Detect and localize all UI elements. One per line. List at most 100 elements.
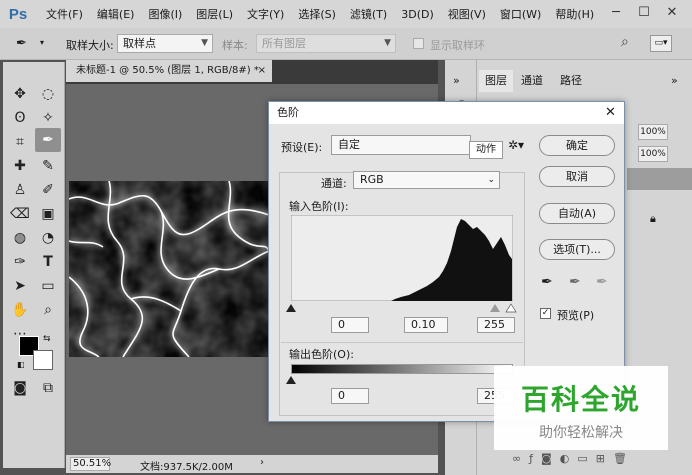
gray-point-eyedropper-icon[interactable]: ✒ bbox=[569, 274, 581, 290]
channel-select[interactable]: RGB ⌄ bbox=[353, 171, 500, 189]
eyedropper-icon[interactable]: ✒ bbox=[16, 36, 27, 51]
tab-paths[interactable]: 路径 bbox=[553, 70, 589, 92]
cancel-button[interactable]: 取消 bbox=[539, 166, 615, 187]
input-black-field[interactable]: 0 bbox=[331, 317, 369, 333]
input-black-slider[interactable] bbox=[286, 304, 296, 312]
rectangle-tool-icon[interactable]: ▭ bbox=[35, 274, 61, 298]
type-tool-icon[interactable]: T bbox=[35, 250, 61, 274]
input-gamma-slider[interactable] bbox=[490, 304, 500, 312]
black-point-eyedropper-icon[interactable]: ✒ bbox=[541, 274, 553, 290]
sample-size-select[interactable]: 取样点 ▼ bbox=[117, 34, 213, 53]
adjustment-icon[interactable]: ◐ bbox=[560, 452, 578, 465]
close-document-icon[interactable]: × bbox=[258, 60, 266, 82]
lasso-tool-icon[interactable]: ʘ bbox=[7, 106, 33, 130]
trash-icon[interactable]: 🗑︎ bbox=[613, 452, 635, 465]
dialog-close-icon[interactable]: ✕ bbox=[605, 102, 616, 124]
move-tool-icon[interactable]: ✥ bbox=[7, 82, 33, 106]
dodge-tool-icon[interactable]: ◔ bbox=[35, 226, 61, 250]
magic-wand-tool-icon[interactable]: ✧ bbox=[35, 106, 61, 130]
maximize-icon[interactable]: ☐ bbox=[634, 4, 654, 22]
menu-bar: Ps 文件(F) 编辑(E) 图像(I) 图层(L) 文字(Y) 选择(S) 滤… bbox=[0, 0, 692, 28]
options-bar: ✒ ▾ 取样大小: 取样点 ▼ 样本: 所有图层 ▼ 显示取样环 ⌕ ▭▾ bbox=[0, 28, 692, 60]
tool-preset-chevron-icon[interactable]: ▾ bbox=[40, 38, 44, 47]
menu-filter[interactable]: 滤镜(T) bbox=[350, 6, 387, 22]
options-button[interactable]: 选项(T)... bbox=[539, 239, 615, 260]
pen-tool-icon[interactable]: ✑ bbox=[7, 250, 33, 274]
output-black-slider[interactable] bbox=[286, 376, 296, 384]
menu-window[interactable]: 窗口(W) bbox=[500, 6, 541, 22]
link-layers-icon[interactable]: ∞ bbox=[512, 452, 529, 465]
canvas-image[interactable] bbox=[69, 181, 269, 357]
path-selection-tool-icon[interactable]: ➤ bbox=[7, 274, 33, 298]
menu-view[interactable]: 视图(V) bbox=[448, 6, 486, 22]
collapse-right-icon[interactable]: » bbox=[671, 74, 678, 87]
show-ring-label: 显示取样环 bbox=[430, 39, 485, 52]
preset-select[interactable]: 自定 bbox=[331, 135, 471, 155]
menu-type[interactable]: 文字(Y) bbox=[247, 6, 284, 22]
opacity-field[interactable]: 100% bbox=[638, 124, 668, 140]
layer-row-selected[interactable] bbox=[627, 168, 692, 190]
preset-tooltip: 动作 bbox=[469, 141, 503, 159]
group-icon[interactable]: ▭ bbox=[577, 452, 595, 465]
input-gamma-field[interactable]: 0.10 bbox=[404, 317, 448, 333]
watermark-subtitle: 助你轻松解决 bbox=[539, 425, 623, 441]
sample-select[interactable]: 所有图层 ▼ bbox=[256, 34, 396, 53]
preview-checkbox[interactable]: ✓ bbox=[540, 308, 551, 319]
output-levels-label: 输出色阶(O): bbox=[289, 348, 354, 361]
marquee-tool-icon[interactable]: ◌ bbox=[35, 82, 61, 106]
new-layer-icon[interactable]: ⊞ bbox=[596, 452, 613, 465]
dialog-title: 色阶 bbox=[277, 106, 299, 119]
swap-colors-icon[interactable]: ⇆ bbox=[43, 334, 51, 344]
input-white-field[interactable]: 255 bbox=[477, 317, 515, 333]
menu-3d[interactable]: 3D(D) bbox=[401, 8, 434, 21]
gradient-tool-icon[interactable]: ▣ bbox=[35, 202, 61, 226]
histogram bbox=[291, 215, 513, 301]
menu-select[interactable]: 选择(S) bbox=[298, 6, 336, 22]
default-colors-icon[interactable]: ◧ bbox=[17, 360, 25, 369]
fill-field[interactable]: 100% bbox=[638, 146, 668, 162]
document-tab[interactable]: 未标题-1 @ 50.5% (图层 1, RGB/8#) * × bbox=[66, 60, 272, 82]
white-point-eyedropper-icon[interactable]: ✒ bbox=[596, 274, 608, 290]
close-icon[interactable]: ✕ bbox=[662, 4, 682, 22]
stamp-tool-icon[interactable]: ♙ bbox=[7, 178, 33, 202]
sample-label: 样本: bbox=[222, 39, 248, 52]
preset-options-gear-icon[interactable]: ✲▾ bbox=[508, 138, 524, 152]
screen-mode-icon[interactable]: ⧉ bbox=[35, 376, 61, 400]
fx-icon[interactable]: ƒ bbox=[529, 452, 541, 465]
eraser-tool-icon[interactable]: ⌫ bbox=[7, 202, 33, 226]
ok-button[interactable]: 确定 bbox=[539, 135, 615, 156]
output-black-field[interactable]: 0 bbox=[331, 388, 369, 404]
channel-label: 通道: bbox=[321, 177, 347, 190]
zoom-tool-icon[interactable]: ⌕ bbox=[35, 298, 61, 322]
minimize-icon[interactable]: ─ bbox=[606, 4, 626, 22]
blur-tool-icon[interactable]: ◍ bbox=[7, 226, 33, 250]
mask-icon[interactable]: ◙ bbox=[541, 452, 560, 465]
lock-icon: 🔒︎ bbox=[650, 212, 656, 225]
preview-label: 预览(P) bbox=[557, 309, 595, 322]
show-ring-checkbox[interactable] bbox=[413, 38, 424, 49]
crop-tool-icon[interactable]: ⌗ bbox=[7, 130, 33, 154]
tab-channels[interactable]: 通道 bbox=[514, 70, 550, 92]
status-menu-chevron-icon[interactable]: › bbox=[260, 457, 264, 468]
menu-layer[interactable]: 图层(L) bbox=[196, 6, 233, 22]
search-icon[interactable]: ⌕ bbox=[621, 34, 629, 50]
menu-edit[interactable]: 编辑(E) bbox=[97, 6, 135, 22]
workspace-icon[interactable]: ▭▾ bbox=[650, 35, 672, 52]
brush-tool-icon[interactable]: ✎ bbox=[35, 154, 61, 178]
menu-image[interactable]: 图像(I) bbox=[148, 6, 182, 22]
hand-tool-icon[interactable]: ✋ bbox=[7, 298, 33, 322]
background-color-swatch[interactable] bbox=[33, 350, 53, 370]
auto-button[interactable]: 自动(A) bbox=[539, 203, 615, 224]
eyedropper-tool-icon[interactable]: ✒ bbox=[35, 128, 61, 152]
menu-help[interactable]: 帮助(H) bbox=[555, 6, 594, 22]
zoom-field[interactable]: 50.51% bbox=[70, 457, 111, 471]
tools-panel: ✥ ◌ ʘ ✧ ⌗ ✒ ✚ ✎ ♙ ✐ ⌫ ▣ ◍ ◔ ✑ T ➤ ▭ ✋ ⌕ … bbox=[3, 62, 65, 468]
separator bbox=[281, 342, 523, 343]
history-brush-tool-icon[interactable]: ✐ bbox=[35, 178, 61, 202]
document-info: 文档:937.5K/2.00M bbox=[140, 462, 233, 473]
input-white-slider[interactable] bbox=[505, 303, 517, 313]
quick-mask-icon[interactable]: ◙ bbox=[7, 376, 33, 400]
tab-layers[interactable]: 图层 bbox=[479, 70, 513, 92]
menu-file[interactable]: 文件(F) bbox=[46, 6, 83, 22]
healing-tool-icon[interactable]: ✚ bbox=[7, 154, 33, 178]
